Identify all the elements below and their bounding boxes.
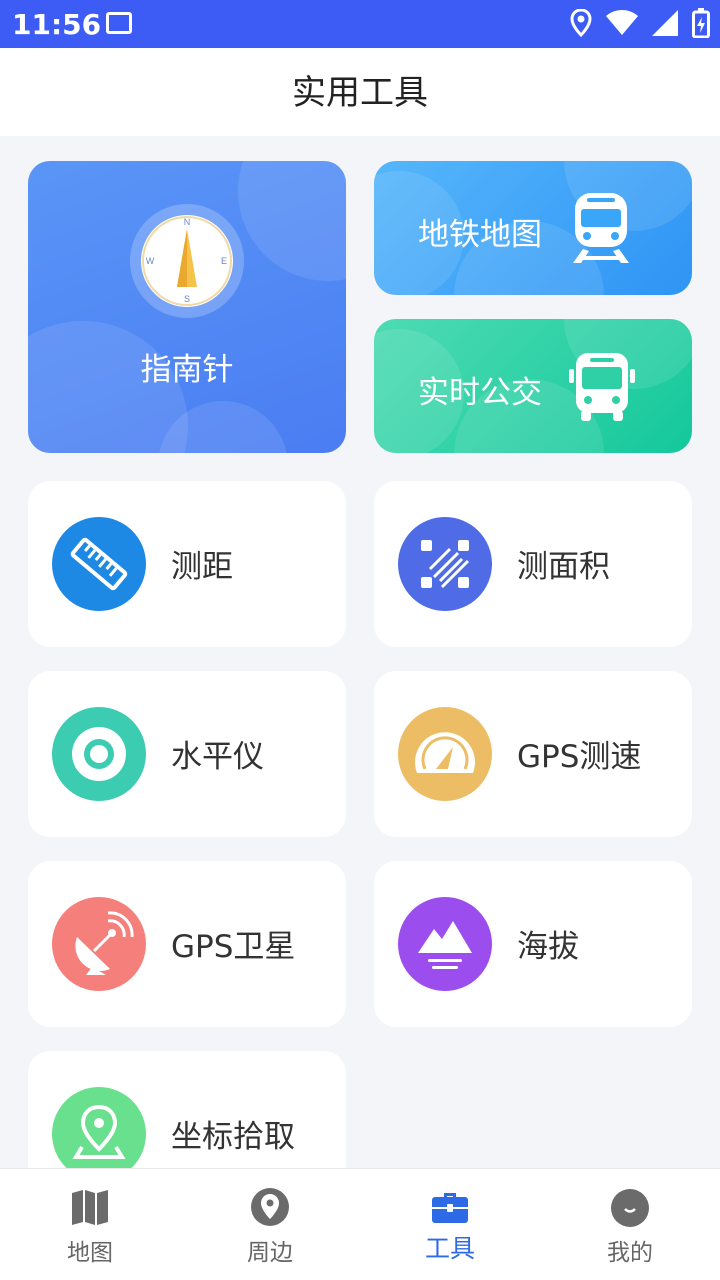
nearby-icon bbox=[251, 1188, 289, 1226]
image-icon bbox=[106, 12, 132, 34]
nav-label-nearby: 周边 bbox=[247, 1240, 293, 1266]
gps-speed-tool-card[interactable]: GPS测速 bbox=[374, 671, 692, 837]
page-title: 实用工具 bbox=[292, 73, 428, 113]
gps-satellite-label: GPS卫星 bbox=[171, 929, 296, 965]
svg-text:S: S bbox=[184, 294, 190, 304]
gps-speed-label: GPS测速 bbox=[517, 739, 642, 775]
area-label: 测面积 bbox=[517, 549, 610, 585]
status-bar: 11:56 bbox=[0, 0, 720, 48]
toolbox-icon bbox=[432, 1193, 468, 1223]
metro-map-card[interactable]: 地铁地图 bbox=[374, 161, 692, 295]
svg-text:N: N bbox=[184, 217, 191, 227]
nav-item-nearby[interactable]: 周边 bbox=[180, 1169, 360, 1280]
train-icon bbox=[573, 193, 629, 263]
gps-satellite-tool-card[interactable]: GPS卫星 bbox=[28, 861, 346, 1027]
wifi-icon bbox=[606, 10, 638, 35]
level-tool-card[interactable]: 水平仪 bbox=[28, 671, 346, 837]
speedometer-icon bbox=[398, 707, 492, 801]
mountain-icon bbox=[398, 897, 492, 991]
coordinate-picker-label: 坐标拾取 bbox=[171, 1119, 295, 1155]
level-icon bbox=[52, 707, 146, 801]
nav-label-profile: 我的 bbox=[607, 1240, 653, 1266]
profile-icon bbox=[611, 1189, 649, 1227]
area-icon bbox=[398, 517, 492, 611]
level-label: 水平仪 bbox=[171, 739, 264, 775]
map-icon bbox=[72, 1190, 108, 1225]
battery-icon bbox=[692, 8, 710, 38]
bottom-navigation: 地图 周边 工具 我的 bbox=[0, 1168, 720, 1280]
altitude-tool-card[interactable]: 海拔 bbox=[374, 861, 692, 1027]
nav-item-profile[interactable]: 我的 bbox=[540, 1169, 720, 1280]
satellite-icon bbox=[52, 897, 146, 991]
nav-label-map: 地图 bbox=[67, 1240, 113, 1266]
distance-tool-card[interactable]: 测距 bbox=[28, 481, 346, 647]
bus-label: 实时公交 bbox=[418, 375, 542, 411]
nav-label-tools: 工具 bbox=[424, 1234, 475, 1263]
nav-item-tools[interactable]: 工具 bbox=[360, 1169, 540, 1280]
location-icon bbox=[570, 9, 592, 37]
svg-text:W: W bbox=[146, 256, 155, 266]
compass-label: 指南针 bbox=[140, 352, 234, 388]
bus-icon bbox=[569, 353, 635, 421]
status-time: 11:56 bbox=[12, 8, 102, 41]
altitude-label: 海拔 bbox=[517, 929, 579, 965]
signal-icon bbox=[652, 10, 678, 36]
compass-card[interactable]: N S W E 指南针 bbox=[28, 161, 346, 453]
compass-icon: N S W E bbox=[130, 204, 244, 318]
nav-item-map[interactable]: 地图 bbox=[0, 1169, 180, 1280]
area-tool-card[interactable]: 测面积 bbox=[374, 481, 692, 647]
metro-label: 地铁地图 bbox=[418, 217, 542, 253]
location-pin-icon bbox=[52, 1087, 146, 1181]
ruler-icon bbox=[52, 517, 146, 611]
app-bar: 实用工具 bbox=[0, 48, 720, 136]
svg-text:E: E bbox=[221, 256, 227, 266]
realtime-bus-card[interactable]: 实时公交 bbox=[374, 319, 692, 453]
status-icons bbox=[570, 8, 710, 38]
distance-label: 测距 bbox=[171, 549, 233, 585]
